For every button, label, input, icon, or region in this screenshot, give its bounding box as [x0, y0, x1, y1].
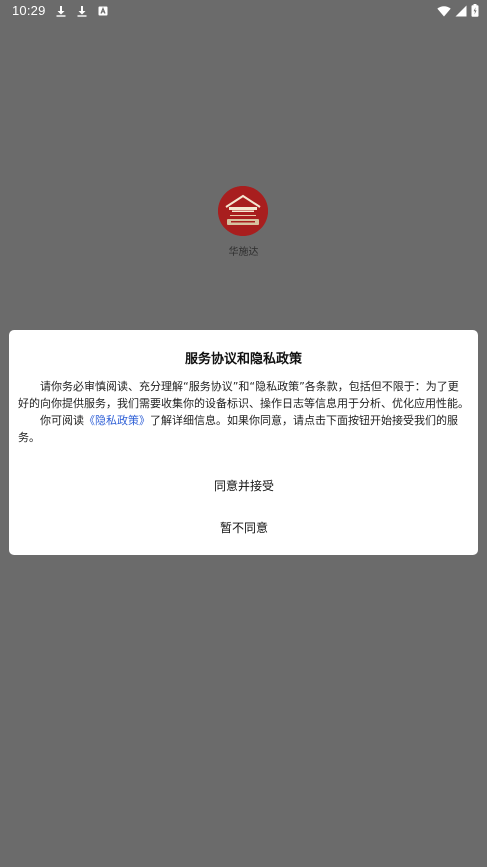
app-logo-icon [218, 186, 268, 236]
dialog-paragraph-2: 你可阅读《隐私政策》了解详细信息。如果你同意，请点击下面按钮开始接受我们的服务。 [18, 412, 469, 446]
dialog-paragraph-1: 请你务必审慎阅读、充分理解“服务协议”和“隐私政策”各条款，包括但不限于：为了更… [18, 380, 469, 410]
notification-icon [97, 5, 109, 17]
dialog-title: 服务协议和隐私政策 [184, 352, 302, 367]
decline-button[interactable]: 暂不同意 [169, 516, 319, 540]
status-right [437, 4, 479, 20]
privacy-dialog: 服务协议和隐私政策 请你务必审慎阅读、充分理解“服务协议”和“隐私政策”各条款，… [9, 330, 478, 555]
agree-button[interactable]: 同意并接受 [169, 474, 319, 498]
dialog-body: 请你务必审慎阅读、充分理解“服务协议”和“隐私政策”各条款，包括但不限于：为了更… [18, 378, 469, 446]
status-time: 10:29 [12, 3, 46, 18]
status-left: 10:29 [12, 3, 109, 18]
download-icon [55, 5, 67, 17]
privacy-policy-link[interactable]: 《隐私政策》 [84, 414, 150, 427]
app-name: 华施达 [228, 247, 259, 258]
download-icon [76, 5, 88, 17]
signal-icon [455, 5, 467, 20]
paragraph-2-prefix: 你可阅读 [40, 414, 84, 427]
battery-icon [471, 4, 479, 20]
status-bar: 10:29 [0, 0, 487, 22]
wifi-icon [437, 5, 451, 20]
